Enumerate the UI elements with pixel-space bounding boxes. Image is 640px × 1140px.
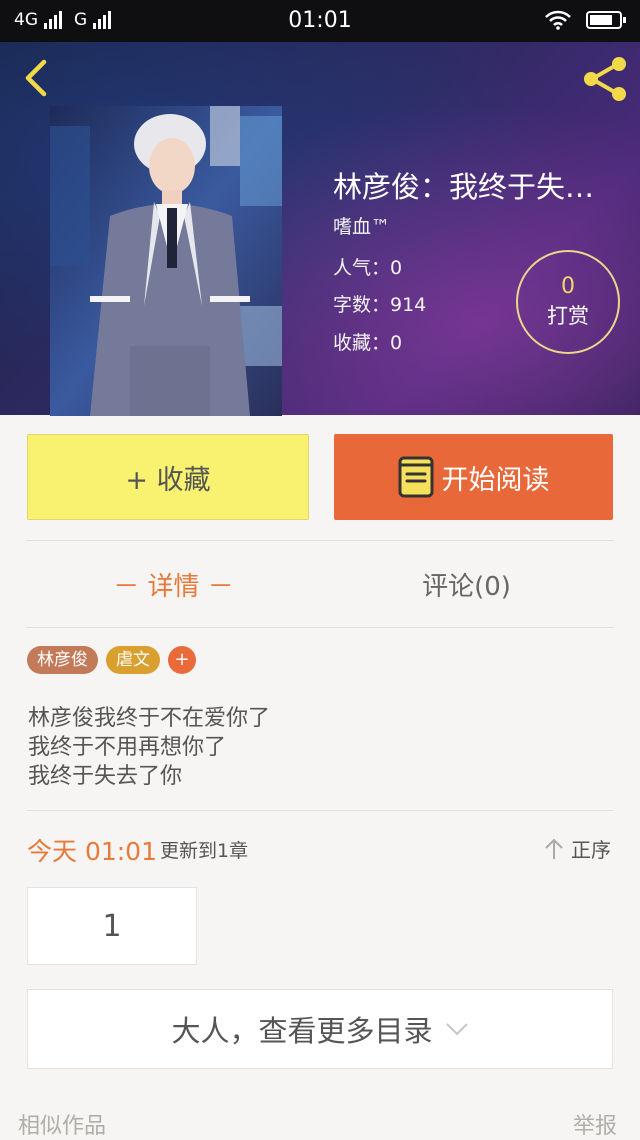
- description-line: 我终于不用再想你了: [28, 735, 227, 760]
- tag-nuewen[interactable]: 虐文: [106, 646, 160, 674]
- chevron-down-icon: [445, 1023, 468, 1036]
- collect-button[interactable]: + 收藏: [27, 434, 309, 520]
- word-count-stat: 字数：914: [333, 294, 427, 316]
- wifi-icon: [545, 10, 571, 30]
- book-title: 林彦俊：我终于失…: [333, 170, 595, 204]
- favorites-stat: 收藏：0: [333, 332, 403, 354]
- reward-button[interactable]: 0 打赏: [516, 250, 620, 354]
- tab-detail[interactable]: － 详情 －: [27, 566, 320, 603]
- update-time: 今天 01:01: [27, 837, 157, 866]
- book-description: 林彦俊我终于不在爱你了 我终于不用再想你了 我终于失去了你: [28, 704, 270, 791]
- popularity-stat: 人气：0: [333, 257, 403, 279]
- book-cover-image[interactable]: [50, 106, 282, 416]
- reward-count: 0: [561, 274, 575, 299]
- report-link[interactable]: 举报: [573, 1108, 617, 1140]
- similar-works-heading: 相似作品: [18, 1114, 107, 1139]
- more-catalog-label: 大人，查看更多目录: [171, 1014, 433, 1048]
- description-line: 我终于失去了你: [28, 764, 183, 789]
- description-line: 林彦俊我终于不在爱你了: [28, 706, 271, 731]
- tab-comments[interactable]: 评论(0): [320, 566, 613, 603]
- share-icon: [584, 57, 626, 101]
- reward-label: 打赏: [547, 304, 589, 328]
- divider: [27, 627, 613, 628]
- tag-linyanjun[interactable]: 林彦俊: [27, 646, 98, 674]
- collect-label: + 收藏: [125, 464, 211, 496]
- chevron-left-icon: [25, 59, 47, 97]
- divider: [27, 810, 613, 811]
- status-bar: 4G G 01:01: [0, 0, 640, 42]
- author-name[interactable]: 嗜血™: [333, 212, 390, 239]
- share-button[interactable]: [578, 52, 632, 106]
- sort-label: 正序: [571, 838, 611, 862]
- chapter-item[interactable]: 1: [27, 887, 197, 965]
- more-catalog-button[interactable]: 大人，查看更多目录: [27, 989, 613, 1069]
- add-tag-button[interactable]: +: [168, 646, 196, 674]
- arrow-up-icon: [545, 838, 563, 859]
- back-button[interactable]: [18, 58, 58, 98]
- sort-order-button[interactable]: 正序: [543, 834, 611, 863]
- book-icon: [398, 456, 433, 498]
- cover-illustration: [50, 106, 282, 416]
- divider: [27, 540, 613, 541]
- battery-icon: [586, 11, 626, 29]
- start-reading-button[interactable]: 开始阅读: [334, 434, 613, 520]
- update-status: 更新到1章: [160, 840, 249, 862]
- start-reading-label: 开始阅读: [441, 464, 550, 496]
